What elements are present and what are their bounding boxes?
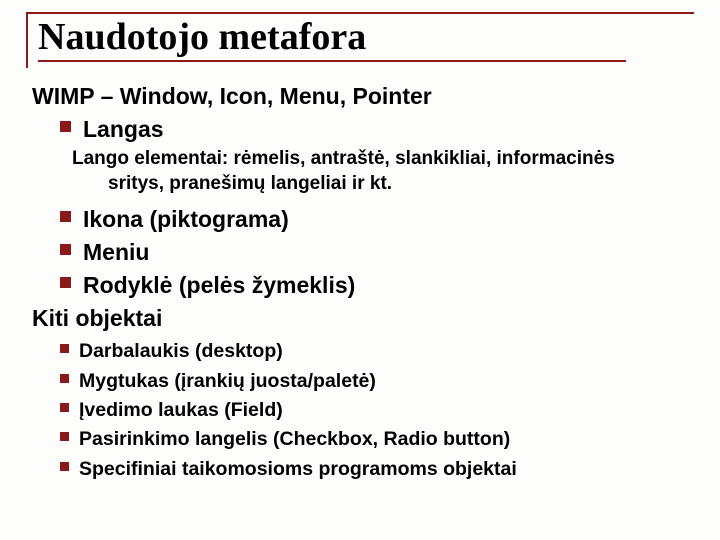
slide-body: WIMP – Window, Icon, Menu, Pointer Langa… xyxy=(26,82,694,483)
title-frame: Naudotojo metafora xyxy=(26,12,694,68)
square-bullet-icon xyxy=(60,344,69,353)
list-item: Darbalaukis (desktop) xyxy=(32,338,694,365)
slide: Naudotojo metafora WIMP – Window, Icon, … xyxy=(0,0,720,540)
square-bullet-icon xyxy=(60,374,69,383)
sub-line-2: sritys, pranešimų langeliai ir kt. xyxy=(72,172,694,197)
square-bullet-icon xyxy=(60,432,69,441)
square-bullet-icon xyxy=(60,121,71,132)
square-bullet-icon xyxy=(60,403,69,412)
list-item-label: Ikona (piktograma) xyxy=(83,204,289,235)
list-item: Specifiniai taikomosioms programoms obje… xyxy=(32,456,694,483)
list-item: Meniu xyxy=(32,237,694,268)
list-item: Ikona (piktograma) xyxy=(32,204,694,235)
list-item-label: Pasirinkimo langelis (Checkbox, Radio bu… xyxy=(79,426,510,453)
list-item-label: Mygtukas (įrankių juosta/paletė) xyxy=(79,368,376,395)
square-bullet-icon xyxy=(60,244,71,255)
list-item-label: Langas xyxy=(83,114,164,145)
sub-line-1: Lango elementai: rėmelis, antraštė, slan… xyxy=(72,148,615,169)
list-item: Pasirinkimo langelis (Checkbox, Radio bu… xyxy=(32,426,694,453)
square-bullet-icon xyxy=(60,211,71,222)
lead-text: WIMP – Window, Icon, Menu, Pointer xyxy=(32,82,694,112)
square-bullet-icon xyxy=(60,462,69,471)
slide-title: Naudotojo metafora xyxy=(38,18,626,62)
list-item-label: Įvedimo laukas (Field) xyxy=(79,397,283,424)
list-item: Rodyklė (pelės žymeklis) xyxy=(32,270,694,301)
list-item: Įvedimo laukas (Field) xyxy=(32,397,694,424)
list-item-label: Rodyklė (pelės žymeklis) xyxy=(83,270,355,301)
list-item: Langas xyxy=(32,114,694,145)
sub-description: Lango elementai: rėmelis, antraštė, slan… xyxy=(32,147,694,196)
list-item-label: Darbalaukis (desktop) xyxy=(79,338,283,365)
square-bullet-icon xyxy=(60,277,71,288)
secondary-heading: Kiti objektai xyxy=(32,303,694,334)
list-item-label: Specifiniai taikomosioms programoms obje… xyxy=(79,456,517,483)
list-item-label: Meniu xyxy=(83,237,149,268)
list-item: Mygtukas (įrankių juosta/paletė) xyxy=(32,368,694,395)
